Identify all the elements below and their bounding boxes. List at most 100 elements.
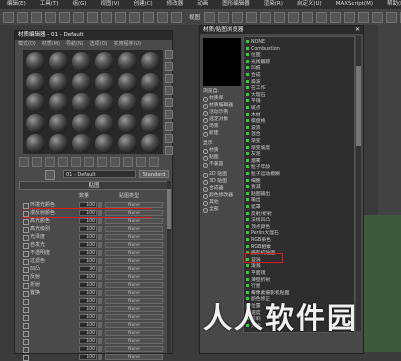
- amount-spinner[interactable]: [98, 266, 102, 272]
- map-amount-field[interactable]: 100: [79, 330, 97, 336]
- material-editor-menu-item[interactable]: 实用程序(U): [110, 40, 144, 48]
- sample-slot[interactable]: [72, 93, 91, 112]
- sample-slot[interactable]: [49, 134, 68, 153]
- map-amount-field[interactable]: 100: [79, 314, 97, 320]
- scrollbar-thumb[interactable]: [356, 66, 361, 146]
- map-amount-field[interactable]: 100: [79, 234, 97, 240]
- sample-slot[interactable]: [118, 72, 137, 92]
- snap-icon[interactable]: [232, 11, 244, 23]
- radio-option[interactable]: 材质: [203, 147, 243, 154]
- radio-option[interactable]: 贴图: [203, 154, 243, 161]
- material-editor-menu-item[interactable]: 模式(D): [15, 40, 39, 48]
- manipulate-icon[interactable]: [218, 11, 230, 23]
- menu-item[interactable]: 视图(V): [94, 0, 127, 9]
- sample-slot[interactable]: [26, 52, 45, 71]
- radio-option[interactable]: 新建: [203, 130, 243, 137]
- amount-spinner[interactable]: [98, 250, 102, 256]
- render-setup-icon[interactable]: [386, 11, 398, 23]
- pivot-icon[interactable]: [204, 11, 216, 23]
- map-slot-button[interactable]: None: [105, 210, 163, 216]
- amount-spinner[interactable]: [98, 202, 102, 208]
- sample-slot[interactable]: [95, 52, 114, 71]
- sample-slot[interactable]: [26, 93, 45, 112]
- map-amount-field[interactable]: 100: [79, 282, 97, 288]
- spinner-snap-icon[interactable]: [274, 11, 286, 23]
- amount-spinner[interactable]: [98, 282, 102, 288]
- amount-spinner[interactable]: [98, 234, 102, 240]
- region-select-icon[interactable]: [115, 11, 126, 23]
- amount-spinner[interactable]: [98, 226, 102, 232]
- material-id-icon[interactable]: [97, 157, 107, 167]
- menu-item[interactable]: MAXScript(M): [329, 0, 380, 9]
- options-icon[interactable]: [165, 122, 173, 131]
- material-editor-menu-item[interactable]: 选项(O): [87, 40, 111, 48]
- radio-option[interactable]: 场景: [203, 123, 243, 130]
- sample-slot[interactable]: [72, 72, 91, 92]
- map-amount-field[interactable]: 100: [79, 346, 97, 352]
- bind-icon[interactable]: [59, 11, 70, 23]
- radio-option[interactable]: 材质编辑器: [203, 102, 243, 109]
- show-end-result-icon[interactable]: [123, 157, 133, 167]
- amount-spinner[interactable]: [98, 242, 102, 248]
- sample-slot[interactable]: [26, 72, 45, 92]
- map-slot-button[interactable]: None: [105, 218, 163, 224]
- material-editor-menu-item[interactable]: 导航(N): [63, 40, 87, 48]
- link-icon[interactable]: [31, 11, 42, 23]
- sample-slot[interactable]: [49, 52, 68, 71]
- map-amount-field[interactable]: 100: [79, 242, 97, 248]
- amount-spinner[interactable]: [98, 322, 102, 328]
- map-slot-button[interactable]: None: [105, 250, 163, 256]
- menu-item[interactable]: 动画: [190, 0, 215, 9]
- window-crossing-icon[interactable]: [129, 11, 140, 23]
- radio-option[interactable]: 其他: [203, 199, 243, 206]
- sample-slot[interactable]: [141, 113, 160, 133]
- background-icon[interactable]: [165, 74, 173, 83]
- sample-slot[interactable]: [118, 52, 137, 71]
- map-slot-button[interactable]: None: [105, 330, 163, 336]
- radio-option[interactable]: 全部: [203, 206, 243, 213]
- sample-slot[interactable]: [141, 134, 160, 153]
- radio-option[interactable]: 2D 贴图: [203, 171, 243, 178]
- sample-slot[interactable]: [118, 113, 137, 133]
- menu-item[interactable]: 帮助(H): [380, 0, 401, 9]
- map-amount-field[interactable]: 100: [79, 306, 97, 312]
- sample-slot[interactable]: [141, 72, 160, 92]
- rotate-icon[interactable]: [157, 11, 168, 23]
- schematic-icon[interactable]: [358, 11, 370, 23]
- map-amount-field[interactable]: 100: [79, 322, 97, 328]
- sample-slot[interactable]: [141, 93, 160, 112]
- map-amount-field[interactable]: 100: [79, 274, 97, 280]
- map-slot-button[interactable]: None: [105, 202, 163, 208]
- select-by-name-icon[interactable]: [101, 11, 112, 23]
- sample-slot[interactable]: [72, 113, 91, 133]
- radio-option[interactable]: 材质库: [203, 95, 243, 102]
- named-selection-icon[interactable]: [288, 11, 300, 23]
- map-amount-field[interactable]: 100: [79, 298, 97, 304]
- move-icon[interactable]: [143, 11, 154, 23]
- scale-icon[interactable]: [171, 11, 182, 23]
- map-slot-button[interactable]: None: [105, 234, 163, 240]
- sample-slot[interactable]: [95, 113, 114, 133]
- map-amount-field[interactable]: 100: [79, 354, 97, 360]
- backlight-icon[interactable]: [165, 62, 173, 71]
- map-slot-button[interactable]: None: [105, 306, 163, 312]
- sample-slot[interactable]: [72, 134, 91, 153]
- menu-item[interactable]: 组(G): [65, 0, 93, 9]
- amount-spinner[interactable]: [98, 330, 102, 336]
- show-map-icon[interactable]: [110, 157, 120, 167]
- map-slot-button[interactable]: None: [105, 290, 163, 296]
- map-slot-button[interactable]: None: [105, 322, 163, 328]
- maps-rollout-header[interactable]: 贴图: [19, 181, 169, 190]
- sample-slot[interactable]: [26, 113, 45, 133]
- select-icon[interactable]: [87, 11, 98, 23]
- make-unique-icon[interactable]: [71, 157, 81, 167]
- sample-uv-tiling-icon[interactable]: [165, 86, 173, 95]
- align-icon[interactable]: [316, 11, 328, 23]
- sample-slot[interactable]: [95, 93, 114, 112]
- reset-map-icon[interactable]: [58, 157, 68, 167]
- map-slot-button[interactable]: None: [105, 242, 163, 248]
- amount-spinner[interactable]: [98, 306, 102, 312]
- get-material-icon[interactable]: [19, 157, 29, 167]
- amount-spinner[interactable]: [98, 354, 102, 360]
- radio-option[interactable]: 合成器: [203, 185, 243, 192]
